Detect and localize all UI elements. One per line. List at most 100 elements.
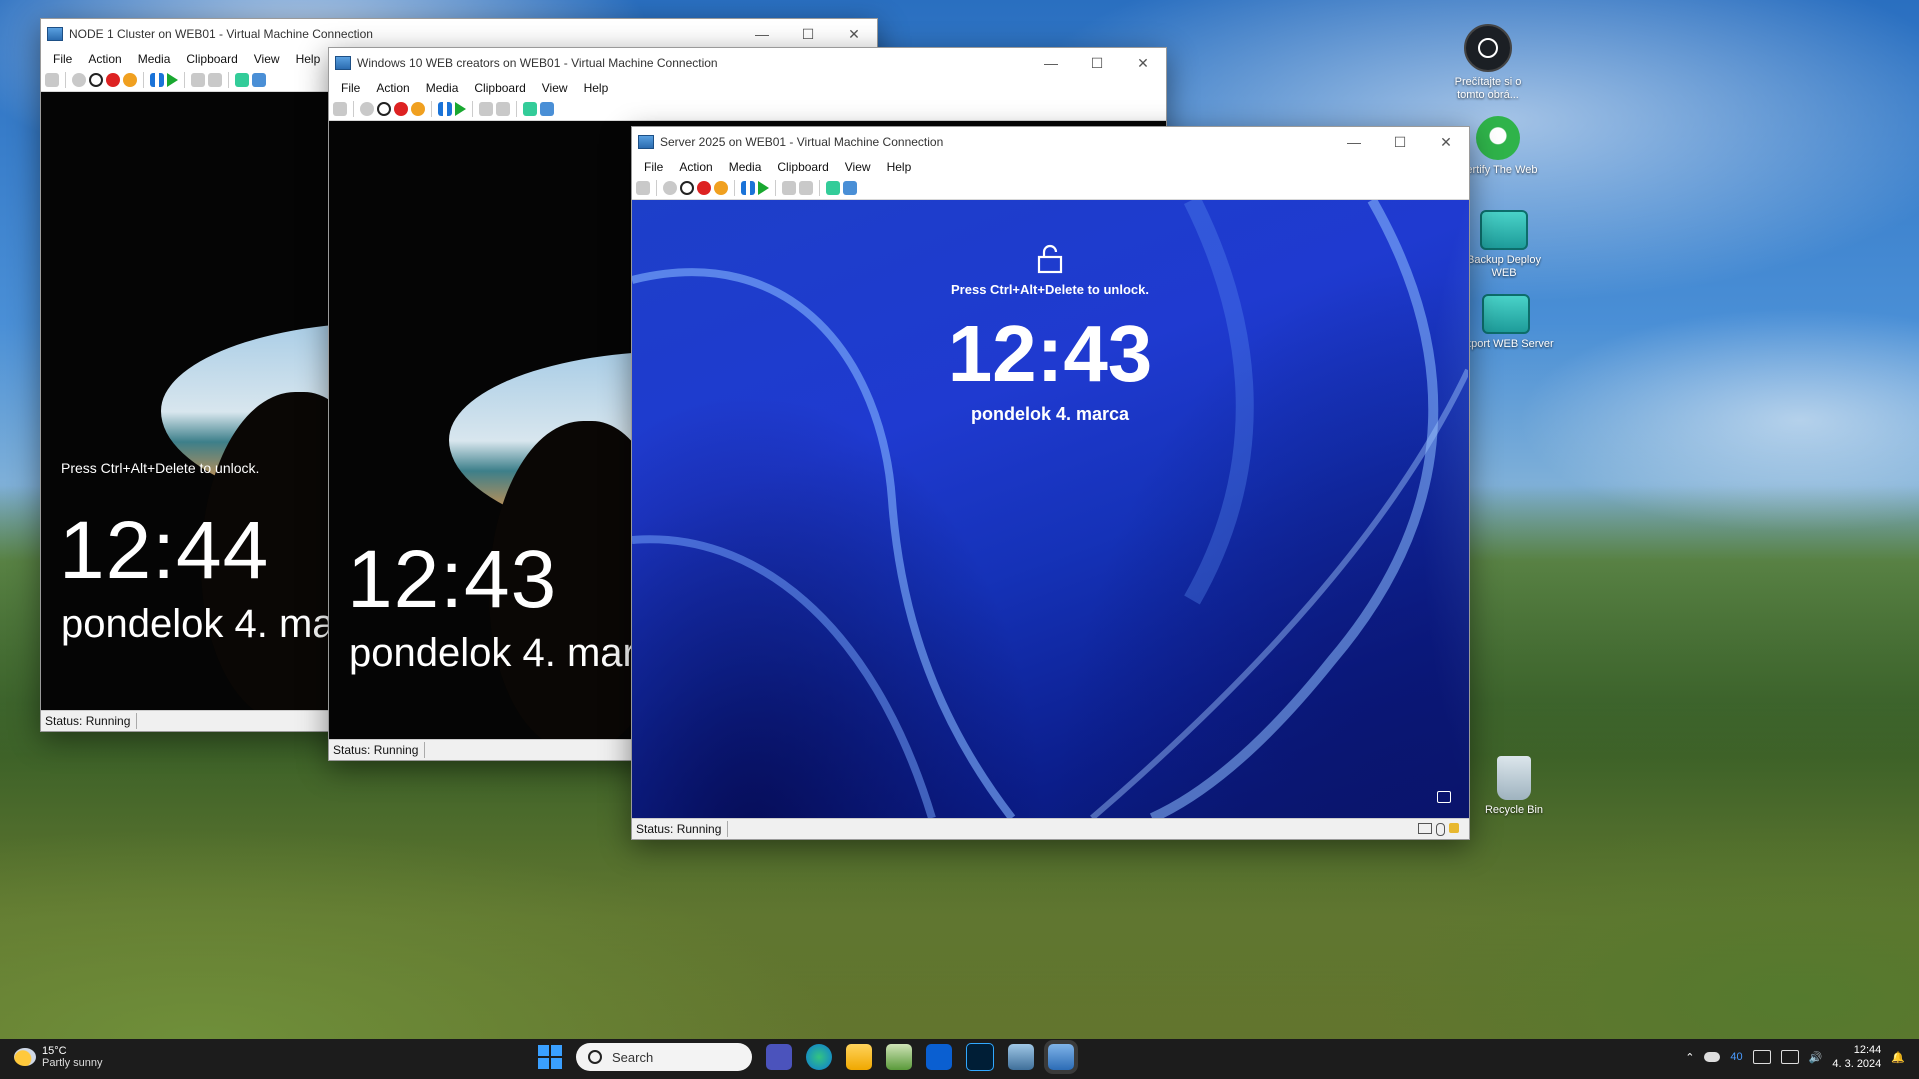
title-bar[interactable]: Server 2025 on WEB01 - Virtual Machine C…	[632, 127, 1469, 157]
close-button[interactable]: ✕	[831, 19, 877, 49]
photoshop-icon[interactable]	[966, 1043, 994, 1071]
menu-clipboard[interactable]: Clipboard	[769, 160, 836, 174]
resume-icon[interactable]	[455, 102, 466, 116]
revert-icon[interactable]	[496, 102, 510, 116]
turn-off-icon[interactable]	[680, 181, 694, 195]
menu-action[interactable]: Action	[80, 52, 129, 66]
pause-icon[interactable]	[438, 102, 452, 116]
ctrl-alt-del-icon[interactable]	[45, 73, 59, 87]
teams-icon[interactable]	[766, 1044, 792, 1070]
menu-file[interactable]: File	[333, 81, 368, 95]
edge-icon[interactable]	[806, 1044, 832, 1070]
save-state-icon[interactable]	[714, 181, 728, 195]
network-icon[interactable]	[1780, 1050, 1799, 1064]
vm-connection-icon	[47, 27, 63, 41]
menu-action[interactable]: Action	[671, 160, 720, 174]
desktop-icon-label: Prečítajte si o tomto obrá...	[1454, 76, 1522, 101]
help-circle-icon	[1464, 24, 1512, 72]
share-icon[interactable]	[540, 102, 554, 116]
desktop-icon-recycle-bin[interactable]: Recycle Bin	[1466, 756, 1562, 817]
maximize-button[interactable]: ☐	[785, 19, 831, 49]
chevron-up-icon[interactable]: ⌃	[1685, 1051, 1694, 1064]
checkpoint-icon[interactable]	[191, 73, 205, 87]
vm-connection-icon	[638, 135, 654, 149]
volume-icon[interactable]: 🔊	[1809, 1051, 1823, 1064]
tray-badge[interactable]: 40	[1730, 1051, 1742, 1063]
share-icon[interactable]	[843, 181, 857, 195]
title-bar[interactable]: NODE 1 Cluster on WEB01 - Virtual Machin…	[41, 19, 877, 49]
notification-bell-icon[interactable]: 🔔	[1891, 1051, 1905, 1064]
save-state-icon[interactable]	[123, 73, 137, 87]
vm-window-server2025[interactable]: Server 2025 on WEB01 - Virtual Machine C…	[631, 126, 1470, 840]
minimize-button[interactable]: —	[739, 19, 785, 49]
search-box[interactable]: Search	[576, 1043, 752, 1071]
revert-icon[interactable]	[799, 181, 813, 195]
onedrive-icon[interactable]	[1704, 1052, 1721, 1062]
menu-help[interactable]: Help	[288, 52, 329, 66]
menu-bar: File Action Media Clipboard View Help	[329, 78, 1166, 98]
menu-file[interactable]: File	[45, 52, 80, 66]
turn-off-icon[interactable]	[377, 102, 391, 116]
menu-help[interactable]: Help	[576, 81, 617, 95]
start-vm-icon[interactable]	[360, 102, 374, 116]
start-button[interactable]	[538, 1045, 562, 1069]
file-explorer-icon[interactable]	[846, 1044, 872, 1070]
resume-icon[interactable]	[758, 181, 769, 195]
hyperv-manager-icon[interactable]	[1048, 1044, 1074, 1070]
vm-screen[interactable]: Press Ctrl+Alt+Delete to unlock. 12:43 p…	[632, 200, 1469, 819]
menu-clipboard[interactable]: Clipboard	[466, 81, 533, 95]
menu-view[interactable]: View	[246, 52, 288, 66]
menu-media[interactable]: Media	[721, 160, 770, 174]
menu-media[interactable]: Media	[130, 52, 179, 66]
maximize-button[interactable]: ☐	[1074, 48, 1120, 78]
checkpoint-icon[interactable]	[479, 102, 493, 116]
menu-action[interactable]: Action	[368, 81, 417, 95]
menu-media[interactable]: Media	[418, 81, 467, 95]
title-bar[interactable]: Windows 10 WEB creators on WEB01 - Virtu…	[329, 48, 1166, 78]
ctrl-alt-del-icon[interactable]	[636, 181, 650, 195]
keyboard-icon[interactable]	[1752, 1050, 1771, 1064]
maximize-button[interactable]: ☐	[1377, 127, 1423, 157]
save-state-icon[interactable]	[411, 102, 425, 116]
nextcloud-icon[interactable]	[926, 1044, 952, 1070]
desktop-icon-label: Backup Deploy WEB	[1467, 254, 1541, 279]
menu-view[interactable]: View	[534, 81, 576, 95]
checkpoint-icon[interactable]	[782, 181, 796, 195]
enhanced-session-icon[interactable]	[826, 181, 840, 195]
monitor-shortcut-icon	[1480, 210, 1528, 250]
resource-monitor-icon[interactable]	[1008, 1044, 1034, 1070]
turn-off-icon[interactable]	[89, 73, 103, 87]
toolbar-separator	[734, 180, 735, 196]
revert-icon[interactable]	[208, 73, 222, 87]
start-vm-icon[interactable]	[663, 181, 677, 195]
lock-clock: 12:43	[947, 309, 1153, 398]
close-button[interactable]: ✕	[1423, 127, 1469, 157]
shutdown-icon[interactable]	[106, 73, 120, 87]
start-vm-icon[interactable]	[72, 73, 86, 87]
resume-icon[interactable]	[167, 73, 178, 87]
desktop-icon-help[interactable]: Prečítajte si o tomto obrá...	[1440, 24, 1536, 102]
desktop-icon-export[interactable]: Export WEB Server	[1458, 286, 1554, 351]
pause-icon[interactable]	[741, 181, 755, 195]
shutdown-icon[interactable]	[394, 102, 408, 116]
menu-file[interactable]: File	[636, 160, 671, 174]
accessibility-icon[interactable]	[1437, 791, 1451, 803]
close-button[interactable]: ✕	[1120, 48, 1166, 78]
menu-help[interactable]: Help	[879, 160, 920, 174]
shutdown-icon[interactable]	[697, 181, 711, 195]
ctrl-alt-del-icon[interactable]	[333, 102, 347, 116]
server-manager-icon[interactable]	[886, 1044, 912, 1070]
enhanced-session-icon[interactable]	[235, 73, 249, 87]
menu-clipboard[interactable]: Clipboard	[178, 52, 245, 66]
pause-icon[interactable]	[150, 73, 164, 87]
minimize-button[interactable]: —	[1028, 48, 1074, 78]
menu-view[interactable]: View	[837, 160, 879, 174]
taskbar-clock[interactable]: 12:44 4. 3. 2024	[1832, 1043, 1881, 1071]
desktop-icon-backup[interactable]: Backup Deploy WEB	[1456, 202, 1552, 280]
enhanced-session-icon[interactable]	[523, 102, 537, 116]
weather-widget[interactable]: 15°C Partly sunny	[14, 1045, 103, 1069]
desktop-icon-label: Export WEB Server	[1458, 338, 1554, 350]
toolbar-separator	[184, 72, 185, 88]
share-icon[interactable]	[252, 73, 266, 87]
minimize-button[interactable]: —	[1331, 127, 1377, 157]
